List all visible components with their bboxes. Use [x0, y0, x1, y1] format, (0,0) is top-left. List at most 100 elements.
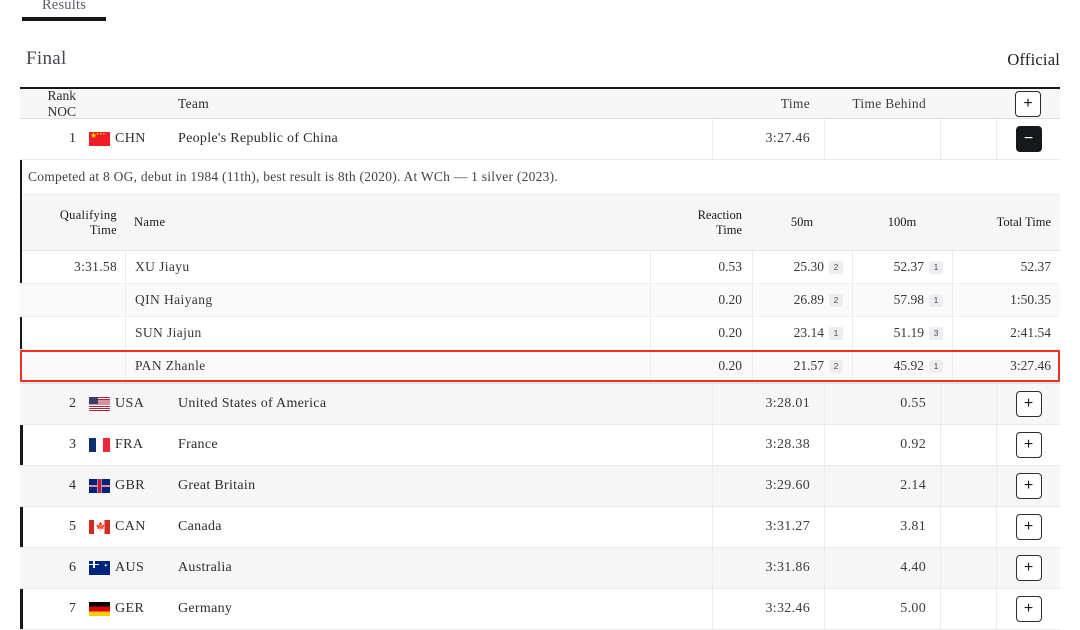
relay-leg-row-highlighted[interactable]: PAN Zhanle 0.20 21.57 2 45.92 1 3:27.46	[20, 350, 1060, 383]
row-button-cell: +	[996, 466, 1060, 506]
plus-icon: +	[1023, 518, 1034, 535]
leg-split-100m-value: 51.19	[893, 325, 924, 340]
table-row[interactable]: 4 GBR Great Britain 3:29.60 2.14 +	[20, 466, 1060, 507]
leg-total-time: 3:27.46	[952, 350, 1060, 382]
leg-total-time: 2:41.54	[952, 317, 1060, 349]
row-team: Germany	[178, 601, 233, 616]
header-split-50m: 50m	[790, 215, 814, 229]
expand-row-button[interactable]: +	[1015, 514, 1042, 540]
noc-code: CHN	[115, 131, 146, 146]
leg-swimmer-name: QIN Haiyang	[125, 284, 650, 316]
row-button-cell: +	[996, 384, 1060, 424]
row-button-cell: +	[996, 548, 1060, 588]
leg-split-100m-rank: 1	[929, 260, 943, 274]
leg-reaction-time: 0.20	[650, 317, 752, 349]
row-time: 3:31.27	[712, 507, 824, 547]
leg-reaction-time: 0.53	[650, 251, 752, 283]
table-row[interactable]: 1 CHN People's Republic of China 3:27.46…	[20, 119, 1060, 160]
row-time-behind: 0.55	[824, 384, 940, 424]
table-row[interactable]: 3 FRA France 3:28.38 0.92 +	[20, 425, 1060, 466]
flag-icon-gbr	[89, 479, 110, 493]
relay-leg-row[interactable]: 3:31.58 XU Jiayu 0.53 25.30 2 52.37 1 52…	[20, 251, 1060, 284]
leg-split-100m: 57.98 1	[852, 284, 952, 316]
leg-split-50m-value: 25.30	[793, 259, 824, 274]
leg-split-100m-rank: 1	[929, 293, 943, 307]
leg-reaction-time: 0.20	[650, 350, 752, 382]
leg-qualifying-time: 3:31.58	[74, 259, 117, 274]
leg-split-100m-value: 57.98	[893, 292, 924, 307]
table-row[interactable]: 2 USA United States of America 3:28.01 0…	[20, 384, 1060, 425]
leg-split-50m: 23.14 1	[752, 317, 852, 349]
row-team: Canada	[178, 519, 222, 534]
row-button-cell: +	[996, 507, 1060, 547]
expanded-detail-panel: Competed at 8 OG, debut in 1984 (11th), …	[20, 160, 1060, 384]
expand-row-button[interactable]: +	[1015, 432, 1042, 458]
collapse-row-button[interactable]: −	[1015, 126, 1042, 152]
plus-icon: +	[1023, 477, 1034, 494]
expand-row-button[interactable]: +	[1015, 596, 1042, 622]
table-row[interactable]: 7 GER Germany 3:32.46 5.00 +	[20, 589, 1060, 630]
row-button-cell: −	[996, 119, 1060, 159]
noc-code: AUS	[115, 560, 145, 575]
row-time-behind: 3.81	[824, 507, 940, 547]
flag-icon-fra	[89, 438, 110, 452]
header-reaction-line2: Time	[716, 222, 742, 237]
section-header: Final Official	[20, 48, 1060, 82]
row-time: 3:28.38	[712, 425, 824, 465]
flag-icon-can	[89, 520, 110, 534]
header-split-100m: 100m	[887, 215, 917, 229]
row-rank: 1	[69, 131, 76, 146]
row-button-cell: +	[996, 589, 1060, 629]
header-qualifying-line1: Qualifying	[59, 208, 117, 223]
results-table: Rank NOC Team Time Time Behind + 1 CHN P…	[20, 87, 1060, 630]
leg-split-100m-value: 52.37	[893, 259, 924, 274]
row-team: France	[178, 437, 218, 452]
header-qualifying-time: Qualifying Time	[20, 208, 125, 237]
leg-split-100m: 52.37 1	[852, 251, 952, 283]
relay-leg-row[interactable]: SUN Jiajun 0.20 23.14 1 51.19 3 2:41.54	[20, 317, 1060, 350]
row-rank: 5	[69, 519, 76, 534]
expand-row-button[interactable]: +	[1015, 555, 1042, 581]
leg-split-100m: 51.19 3	[852, 317, 952, 349]
noc-code: FRA	[115, 437, 144, 452]
tab-results[interactable]: Results	[22, 0, 106, 14]
expand-all-button[interactable]: +	[1015, 90, 1041, 117]
status-badge: Official	[1007, 50, 1060, 69]
noc-code: GBR	[115, 478, 145, 493]
minus-icon: −	[1023, 130, 1034, 147]
row-rank: 2	[69, 396, 76, 411]
row-time: 3:31.86	[712, 548, 824, 588]
leg-total-time: 52.37	[952, 251, 1060, 283]
leg-split-50m-rank: 2	[829, 359, 843, 373]
leg-split-50m: 21.57 2	[752, 350, 852, 382]
leg-split-50m: 25.30 2	[752, 251, 852, 283]
plus-icon: +	[1023, 395, 1034, 412]
header-expand-cell: +	[996, 89, 1060, 118]
header-qualifying-line2: Time	[89, 222, 117, 237]
row-rank: 6	[69, 560, 76, 575]
team-history-note: Competed at 8 OG, debut in 1984 (11th), …	[20, 160, 1060, 195]
row-team: People's Republic of China	[178, 131, 339, 146]
table-row[interactable]: 6 AUS Australia 3:31.86 4.40 +	[20, 548, 1060, 589]
plus-icon: +	[1023, 559, 1034, 576]
row-time: 3:28.01	[712, 384, 824, 424]
leg-split-50m: 26.89 2	[752, 284, 852, 316]
row-time: 3:32.46	[712, 589, 824, 629]
leg-swimmer-name: SUN Jiajun	[125, 317, 650, 349]
header-total-time: Total Time	[996, 215, 1051, 229]
relay-leg-row[interactable]: QIN Haiyang 0.20 26.89 2 57.98 1 1:50.35	[20, 284, 1060, 317]
table-header-row: Rank NOC Team Time Time Behind +	[20, 88, 1060, 119]
noc-code: USA	[115, 396, 145, 411]
flag-icon-usa	[89, 397, 110, 411]
row-time-behind: 5.00	[824, 589, 940, 629]
leg-reaction-time: 0.20	[650, 284, 752, 316]
leg-swimmer-name: XU Jiayu	[125, 251, 650, 283]
leg-split-50m-value: 21.57	[793, 358, 824, 373]
expand-row-button[interactable]: +	[1015, 473, 1042, 499]
results-page: Results Final Official Rank NOC Team Tim…	[0, 0, 1080, 630]
row-rank: 3	[69, 437, 76, 452]
expand-row-button[interactable]: +	[1015, 391, 1042, 417]
row-noc: AUS	[82, 560, 158, 576]
table-row[interactable]: 5 CAN Canada 3:31.27 3.81 +	[20, 507, 1060, 548]
plus-icon: +	[1023, 94, 1033, 112]
